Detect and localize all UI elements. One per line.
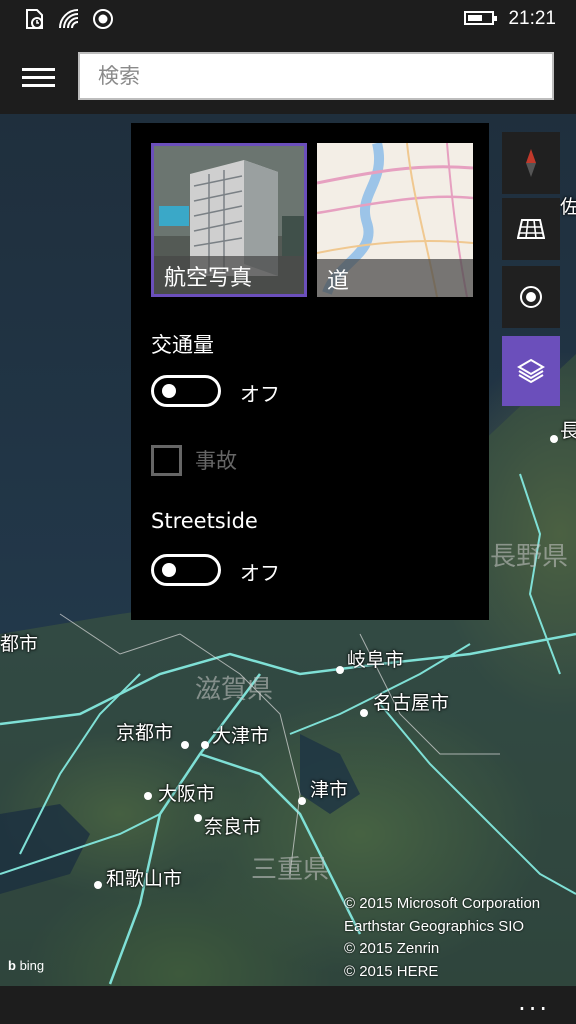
3d-view-button[interactable]	[502, 198, 560, 260]
attribution-line: © 2015 HERE	[344, 962, 439, 980]
bing-logo: b bing	[8, 958, 45, 973]
map-label-shiga: 滋賀県	[195, 675, 274, 705]
hamburger-icon[interactable]	[22, 68, 55, 88]
road-style-option[interactable]: 道	[317, 143, 473, 297]
aerial-style-label: 航空写真	[154, 256, 304, 294]
map-label-city-left: 都市	[0, 633, 39, 655]
road-style-label: 道	[317, 259, 473, 297]
attribution-line: © 2015 Microsoft Corporation	[344, 895, 541, 912]
map-layers-panel: 航空写真 道 交通量 オフ 事故 Streetside オフ	[131, 123, 489, 620]
map-attribution: © 2015 Microsoft Corporation Earthstar G…	[344, 893, 540, 983]
clock-time: 21:21	[508, 8, 556, 29]
map-label-otsu: 大津市	[212, 725, 270, 747]
streetside-title: Streetside	[151, 509, 258, 533]
traffic-toggle-label: オフ	[240, 382, 280, 406]
battery-icon	[464, 11, 497, 25]
layers-button[interactable]	[502, 336, 560, 406]
3d-view-icon	[517, 219, 545, 239]
streetside-toggle-label: オフ	[240, 561, 280, 585]
map-label-nara: 奈良市	[204, 816, 262, 838]
status-bar: 21:21	[0, 0, 576, 38]
search-input[interactable]	[96, 63, 540, 89]
map-label-edge-top: 佐	[560, 196, 576, 218]
clock-sync-icon	[26, 9, 43, 29]
attribution-line: Earthstar Geographics SIO	[344, 917, 525, 935]
map-label-tsu: 津市	[310, 779, 349, 801]
compass-icon	[526, 149, 536, 177]
more-options-button[interactable]: ...	[518, 988, 550, 1016]
incidents-label: 事故	[195, 449, 237, 473]
attribution-line: © 2015 Zenrin	[344, 940, 440, 957]
map-label-nagano: 長野県	[490, 542, 569, 572]
location-icon	[93, 9, 113, 29]
my-location-icon	[520, 286, 542, 308]
compass-button[interactable]	[502, 132, 560, 194]
traffic-toggle[interactable]	[151, 375, 221, 407]
map-label-wakayama: 和歌山市	[106, 868, 183, 890]
incidents-checkbox[interactable]	[151, 445, 182, 476]
traffic-title: 交通量	[151, 333, 214, 357]
my-location-button[interactable]	[502, 266, 560, 328]
map-label-osaka: 大阪市	[158, 783, 216, 805]
bottom-app-bar: ...	[0, 986, 576, 1024]
map-label-edge-mid: 長	[560, 420, 576, 442]
aerial-style-option[interactable]: 航空写真	[151, 143, 307, 297]
map-label-mie: 三重県	[251, 855, 330, 885]
map-label-kyoto: 京都市	[116, 722, 174, 744]
layers-icon	[517, 358, 545, 384]
map-label-nagoya: 名古屋市	[373, 692, 450, 714]
app-header	[0, 38, 576, 114]
search-box[interactable]	[78, 52, 554, 100]
wifi-icon	[59, 9, 79, 29]
streetside-toggle[interactable]	[151, 554, 221, 586]
map-label-gifu: 岐阜市	[347, 649, 405, 671]
